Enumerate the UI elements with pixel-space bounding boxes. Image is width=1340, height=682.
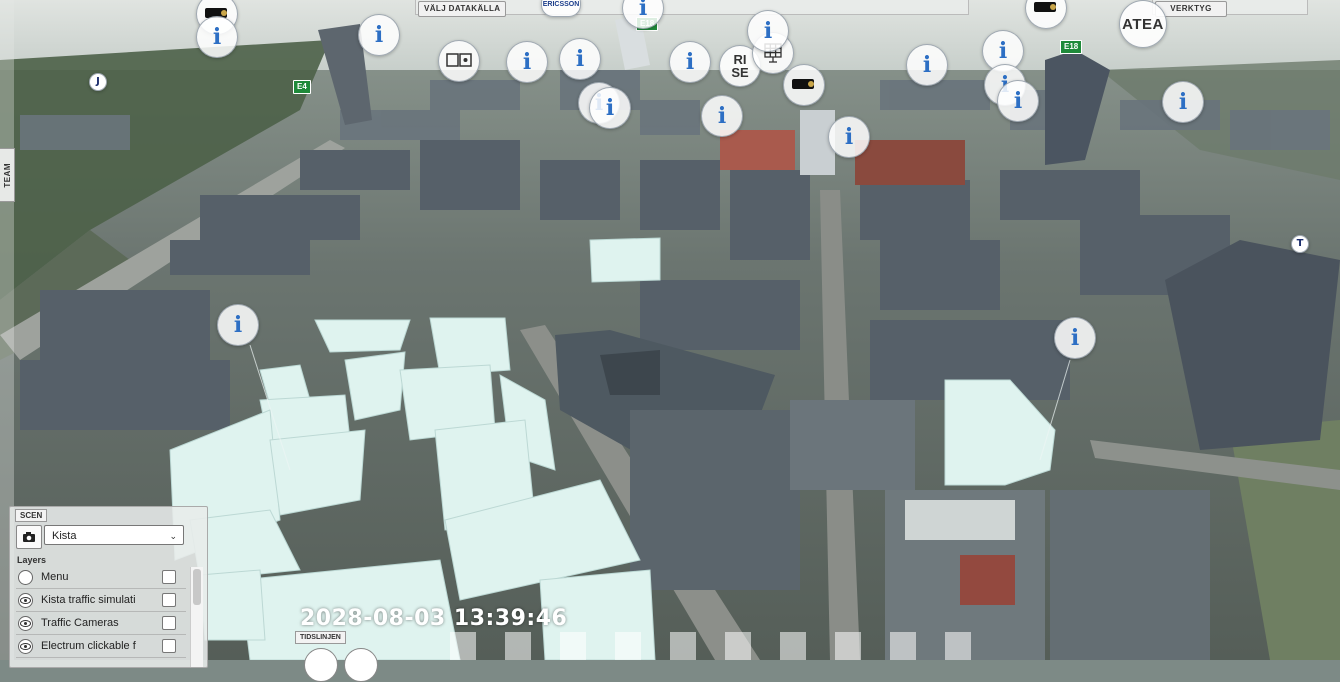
info-icon: i [1070, 325, 1080, 351]
timeline-track[interactable] [420, 632, 1040, 660]
layers-scroll-thumb[interactable] [193, 569, 201, 605]
timeline-segment[interactable] [725, 632, 751, 660]
info-icon: i [638, 0, 648, 21]
timeline-play-button[interactable] [304, 648, 338, 682]
timeline-segment[interactable] [560, 632, 586, 660]
layer-visibility-toggle[interactable] [18, 639, 33, 654]
layer-checkbox[interactable] [162, 639, 176, 653]
timeline-pause-button[interactable] [344, 648, 378, 682]
eye-icon [20, 643, 31, 650]
info-marker[interactable]: i [828, 116, 870, 158]
info-icon: i [717, 103, 727, 129]
layers-scrollbar[interactable] [190, 567, 203, 667]
layer-radio-button[interactable] [18, 570, 33, 585]
rise-logo-text: RI SE [731, 52, 749, 80]
layer-checkbox[interactable] [162, 616, 176, 630]
info-icon: i [1013, 88, 1023, 114]
traffic-camera-icon [1034, 2, 1056, 12]
info-icon: i [374, 22, 384, 48]
device-marker[interactable] [438, 40, 480, 82]
info-marker[interactable]: i [669, 41, 711, 83]
info-marker[interactable]: i [559, 38, 601, 80]
info-icon: i [763, 18, 773, 44]
layer-row: Traffic Cameras [16, 613, 186, 635]
info-marker[interactable]: i [506, 41, 548, 83]
layer-label: Electrum clickable f [41, 640, 136, 652]
chevron-down-icon: ⌄ [169, 531, 177, 541]
info-icon: i [522, 49, 532, 75]
t-marker[interactable]: T [1291, 235, 1309, 253]
road-sign-e4: E4 [293, 80, 311, 94]
info-icon: i [212, 24, 222, 50]
layer-label: Traffic Cameras [41, 617, 119, 629]
timeline-segment[interactable] [505, 632, 531, 660]
scene-panel-title: SCEN [15, 509, 48, 522]
device-icon [446, 53, 472, 67]
team-tab-label: TEAM [2, 162, 12, 188]
team-tab[interactable]: TEAM [0, 148, 15, 202]
ericsson-marker[interactable]: ERICSSON [541, 0, 581, 17]
j-marker[interactable]: J [89, 73, 107, 91]
info-icon: i [605, 95, 615, 121]
timeline-segment[interactable] [450, 632, 476, 660]
info-marker[interactable]: i [589, 87, 631, 129]
letter-j-icon: J [96, 76, 100, 87]
simulation-timestamp: 2028-08-03 13:39:46 [300, 606, 568, 631]
info-marker[interactable]: i [358, 14, 400, 56]
layer-row: Kista traffic simulati [16, 590, 186, 612]
camera-icon [23, 532, 35, 542]
info-marker[interactable]: i [997, 80, 1039, 122]
info-icon: i [1178, 89, 1188, 115]
layer-visibility-toggle[interactable] [18, 593, 33, 608]
timeline-button[interactable]: TIDSLINJEN [295, 631, 346, 644]
timeline-segment[interactable] [945, 632, 971, 660]
layer-row: Electrum clickable f [16, 636, 186, 658]
info-icon: i [233, 312, 243, 338]
layer-label: Menu [41, 571, 69, 583]
scene-select-value: Kista [52, 530, 77, 542]
atea-marker[interactable]: ATEA [1119, 0, 1167, 48]
timeline-segment[interactable] [780, 632, 806, 660]
info-icon: i [575, 46, 585, 72]
top-toolbar: VÄLJ DATAKÄLLA [415, 0, 969, 17]
info-icon: i [998, 38, 1008, 64]
traffic-camera-icon [792, 79, 814, 89]
info-marker[interactable]: i [747, 10, 789, 52]
timeline-segment[interactable] [835, 632, 861, 660]
layer-checkbox[interactable] [162, 593, 176, 607]
ericsson-logo-text: ERICSSON [542, 0, 580, 8]
layer-label: Kista traffic simulati [41, 594, 136, 606]
layer-row: Menu [16, 567, 186, 589]
timeline-segment[interactable] [670, 632, 696, 660]
layer-visibility-toggle[interactable] [18, 616, 33, 631]
camera-snapshot-button[interactable] [16, 525, 42, 549]
info-marker[interactable]: i [701, 95, 743, 137]
scene-panel: SCEN Kista ⌄ Layers Menu Kista traffic s… [9, 506, 208, 668]
select-data-source-button[interactable]: VÄLJ DATAKÄLLA [418, 1, 507, 17]
info-icon: i [922, 52, 932, 78]
road-sign-e18-right: E18 [1060, 40, 1083, 54]
tools-button[interactable]: VERKTYG [1155, 1, 1227, 17]
info-icon: i [844, 124, 854, 150]
scene-select[interactable]: Kista ⌄ [44, 525, 184, 545]
eye-icon [20, 597, 31, 604]
info-marker[interactable]: i [1162, 81, 1204, 123]
info-marker[interactable]: i [217, 304, 259, 346]
eye-icon [20, 620, 31, 627]
timeline-segment[interactable] [890, 632, 916, 660]
info-marker[interactable]: i [196, 16, 238, 58]
layer-checkbox[interactable] [162, 570, 176, 584]
layers-title: Layers [17, 555, 47, 565]
info-marker[interactable]: i [1054, 317, 1096, 359]
atea-logo-text: ATEA [1122, 15, 1164, 33]
camera-marker[interactable] [783, 64, 825, 106]
timeline-segment[interactable] [615, 632, 641, 660]
info-marker[interactable]: i [906, 44, 948, 86]
info-icon: i [685, 49, 695, 75]
tools-toolbar: VERKTYG [1152, 0, 1308, 17]
letter-t-icon: T [1296, 238, 1304, 249]
